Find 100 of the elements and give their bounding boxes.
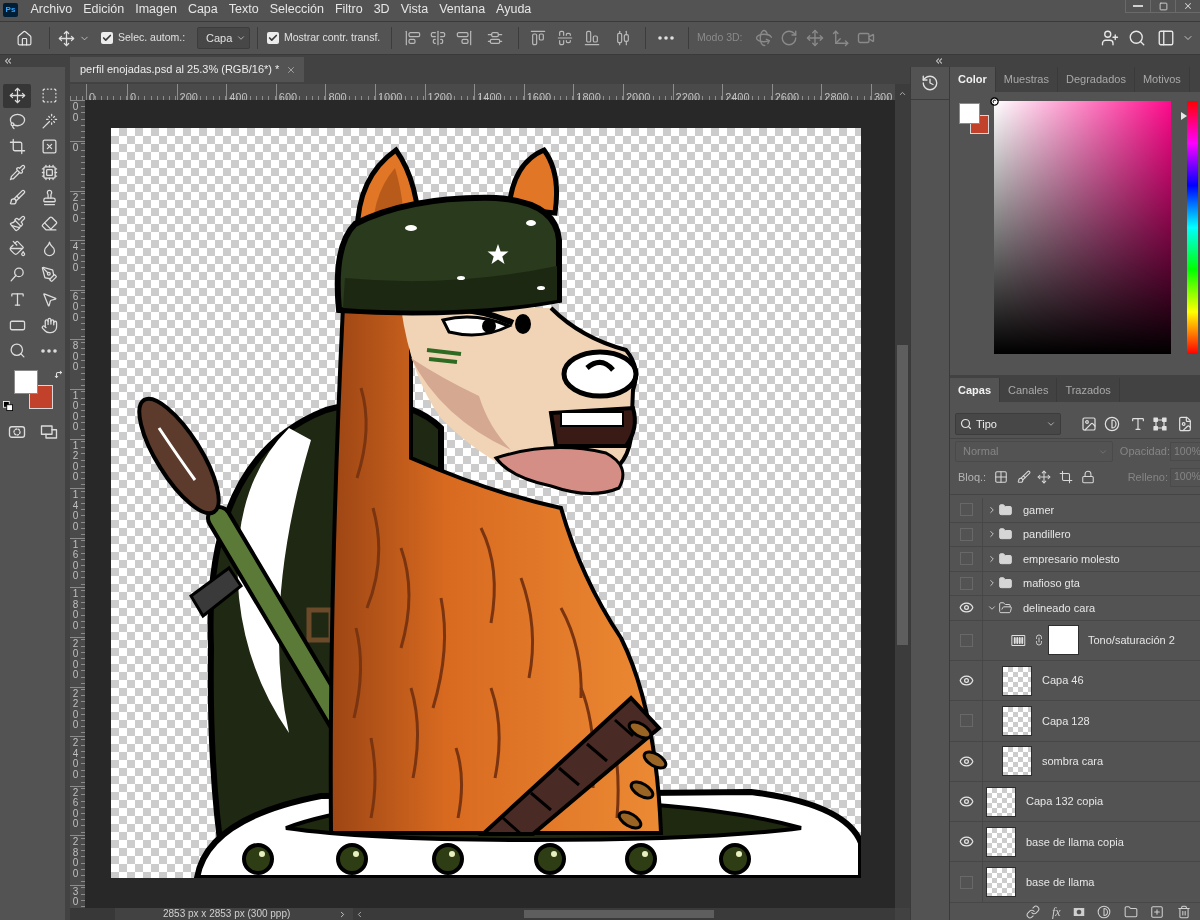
layer-name[interactable]: Capa 128 [1042,712,1090,730]
layer-name[interactable]: sombra cara [1042,753,1104,770]
close-button[interactable] [1175,0,1200,13]
eye-icon[interactable] [958,794,974,810]
layer-target-dropdown[interactable]: Capa [197,27,250,49]
letter-t-icon[interactable] [1130,416,1146,432]
checkbox-label[interactable]: Selec. autom.: [118,30,186,46]
collapse-icon[interactable] [934,56,944,66]
overlapping-windows-icon[interactable] [40,422,58,441]
color-swatches-icon[interactable] [14,369,53,409]
menu-item[interactable]: Filtro [329,0,369,18]
folder-icon[interactable] [1123,904,1138,919]
check-icon [102,33,112,43]
maximize-button[interactable] [1150,0,1175,13]
menu-item[interactable]: Capa [182,0,224,18]
align-left-icon[interactable] [405,30,421,46]
panel-tab[interactable]: Capas [950,378,1001,402]
layer-name[interactable]: pandillero [1023,526,1071,543]
align-top-icon[interactable] [530,30,546,46]
image-icon[interactable] [1081,416,1097,432]
zoom-field[interactable] [70,908,115,920]
align-right-icon[interactable] [456,30,472,46]
chevron-right-icon[interactable] [987,504,997,515]
align-center-icon[interactable] [430,30,446,46]
more-icon[interactable] [41,348,57,353]
layer-name[interactable]: Tono/saturación 2 [1088,632,1175,649]
half-circle-icon[interactable] [1104,416,1120,432]
document-tab[interactable]: perfil enojadas.psd al 25.3% (RGB/16*) * [70,57,305,82]
distribute-icon[interactable] [615,30,631,46]
search-icon[interactable] [1128,29,1146,47]
user-plus-icon[interactable] [1101,29,1119,47]
chevron-right-icon[interactable] [987,529,997,540]
scroll-up-icon[interactable] [898,89,907,98]
crop-icon[interactable] [1059,470,1074,484]
distribute-icon[interactable] [487,30,503,46]
menu-item[interactable]: Archivo [25,0,78,18]
eye-icon[interactable] [958,753,974,769]
picker-ring-icon[interactable] [990,97,999,106]
tool-button[interactable] [3,83,31,108]
layer-name[interactable]: delineado cara [1023,599,1096,616]
menu-item[interactable]: Selección [264,0,330,18]
menu-item[interactable]: Ventana [433,0,491,18]
menu-item[interactable]: Vista [395,0,434,18]
half-circle-icon[interactable] [1096,904,1111,919]
align-middle-icon[interactable] [557,30,573,46]
color-swatches-icon[interactable] [959,103,989,134]
close-icon[interactable] [286,64,297,75]
chevron-right-icon[interactable] [987,553,997,564]
minimize-button[interactable] [1125,0,1150,13]
file-icon[interactable] [1177,416,1193,432]
layer-name[interactable]: Capa 132 copia [1026,793,1104,810]
eye-icon[interactable] [958,673,974,689]
folder-icon [998,527,1013,542]
layer-name[interactable]: base de llama copia [1026,833,1124,851]
link-icon[interactable] [1026,904,1040,919]
brush-icon[interactable] [1017,470,1032,484]
checkbox-label[interactable]: Mostrar contr. transf. [284,30,381,46]
layer-name[interactable]: gamer [1023,501,1055,518]
panel-tab[interactable]: Color [950,67,996,92]
layer-name[interactable]: base de llama [1026,873,1095,891]
ruler-label: 1000 [72,390,79,433]
scrollbar-thumb[interactable] [524,910,715,918]
layer-name[interactable]: Capa 46 [1042,672,1084,689]
swap-arrows-icon[interactable] [54,369,64,380]
plus-square-icon[interactable] [1149,904,1164,919]
checker-grid-icon[interactable] [994,470,1009,484]
filter-dropdown[interactable]: Tipo [955,413,1061,435]
history-icon[interactable] [921,74,939,92]
layer-thumbnail [1002,705,1032,736]
lollipop-icon [8,265,26,283]
menu-item[interactable]: Imagen [129,0,183,18]
checkbox[interactable] [101,32,113,44]
horizontal-scrollbar[interactable] [353,908,895,920]
hue-slider[interactable] [1181,101,1198,354]
trash-icon[interactable] [1176,904,1191,919]
menu-item[interactable]: 3D [368,0,396,18]
square-handles-icon[interactable] [1152,416,1168,432]
move-arrows-icon[interactable] [58,29,75,47]
menu-item[interactable]: Texto [223,0,265,18]
collapse-icon[interactable] [3,56,13,66]
menu-item[interactable]: Edición [77,0,130,18]
lock-icon[interactable] [1081,470,1096,484]
chevron-right-icon[interactable] [987,578,997,589]
eye-icon[interactable] [958,600,974,616]
home-icon[interactable] [16,29,33,47]
scrollbar-thumb[interactable] [897,345,908,645]
eye-icon[interactable] [958,834,974,850]
more-icon[interactable] [658,36,674,40]
layer-name[interactable]: mafioso gta [1023,575,1080,592]
move-arrows-icon[interactable] [1037,470,1052,484]
fx-button[interactable]: fx [1052,904,1061,919]
ruler-label: 0 [72,143,79,154]
layer-thumbnail [1002,665,1032,696]
menu-item[interactable]: Ayuda [490,0,537,18]
checkbox[interactable] [267,32,279,44]
panel-layout-icon[interactable] [1157,29,1175,47]
layer-name[interactable]: empresario molesto [1023,550,1120,567]
default-colors-icon[interactable] [3,400,13,411]
vertical-scrollbar[interactable] [895,84,910,908]
align-bottom-icon[interactable] [584,30,600,46]
